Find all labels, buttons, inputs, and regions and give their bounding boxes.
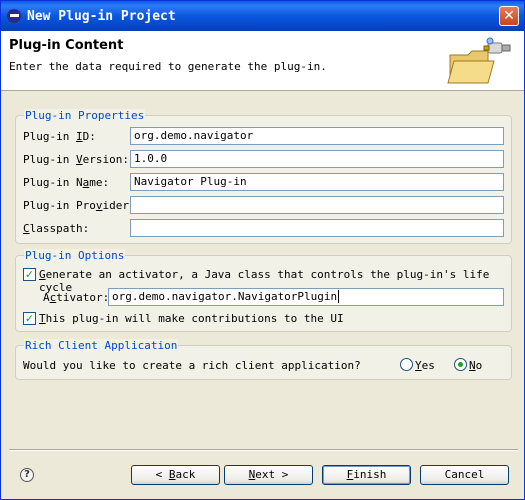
window-title: New Plug-in Project xyxy=(27,9,176,24)
yes-radio[interactable] xyxy=(400,358,413,371)
close-button[interactable]: ✕ xyxy=(499,6,519,26)
plugin-properties-group: Plug-in Properties Plug-in ID: org.demo.… xyxy=(15,109,512,244)
cancel-button[interactable]: Cancel xyxy=(420,465,509,485)
help-icon[interactable]: ? xyxy=(20,468,34,482)
group-legend: Plug-in Options xyxy=(24,249,126,262)
group-legend: Plug-in Properties xyxy=(24,109,146,122)
group-legend: Rich Client Application xyxy=(24,339,179,352)
classpath-field[interactable] xyxy=(130,219,504,237)
wizard-header: Plug-in Content Enter the data required … xyxy=(1,31,524,91)
plugin-version-label: Plug-in Version: xyxy=(23,153,129,166)
button-separator xyxy=(9,449,518,451)
back-button[interactable]: < Back xyxy=(131,465,220,485)
title-bar[interactable]: New Plug-in Project ✕ xyxy=(1,1,524,31)
plugin-folder-icon xyxy=(447,37,511,84)
no-label: No xyxy=(469,359,483,372)
eclipse-icon xyxy=(7,9,21,23)
plugin-name-field[interactable]: Navigator Plug-in xyxy=(130,173,504,191)
no-radio[interactable] xyxy=(454,358,467,371)
next-button[interactable]: Next > xyxy=(224,465,313,485)
classpath-label: Classpath: xyxy=(23,222,90,235)
plugin-version-field[interactable]: 1.0.0 xyxy=(130,150,504,168)
finish-button[interactable]: Finish xyxy=(322,465,411,485)
plugin-options-group: Plug-in Options ✓ Generate an activator,… xyxy=(15,249,512,332)
activator-label: Activator: xyxy=(43,291,110,304)
rich-client-group: Rich Client Application Would you like t… xyxy=(15,339,512,380)
plugin-name-label: Plug-in Name: xyxy=(23,176,110,189)
ui-contributions-label: This plug-in will make contributions to … xyxy=(39,312,344,325)
plugin-provider-label: Plug-in Provider: xyxy=(23,199,136,212)
rcp-question: Would you like to create a rich client a… xyxy=(23,359,361,372)
activator-field[interactable]: org.demo.navigator.NavigatorPlugin xyxy=(108,288,504,306)
page-description: Enter the data required to generate the … xyxy=(9,60,327,73)
plugin-id-label: Plug-in ID: xyxy=(23,130,96,143)
ui-contributions-checkbox[interactable]: ✓ xyxy=(23,312,36,325)
dialog-window: New Plug-in Project ✕ Plug-in Content En… xyxy=(0,0,525,500)
yes-label: Yes xyxy=(415,359,435,372)
page-title: Plug-in Content xyxy=(9,38,124,53)
plugin-id-field[interactable]: org.demo.navigator xyxy=(130,127,504,145)
plugin-provider-field[interactable] xyxy=(130,196,504,214)
generate-activator-checkbox[interactable]: ✓ xyxy=(23,268,36,281)
